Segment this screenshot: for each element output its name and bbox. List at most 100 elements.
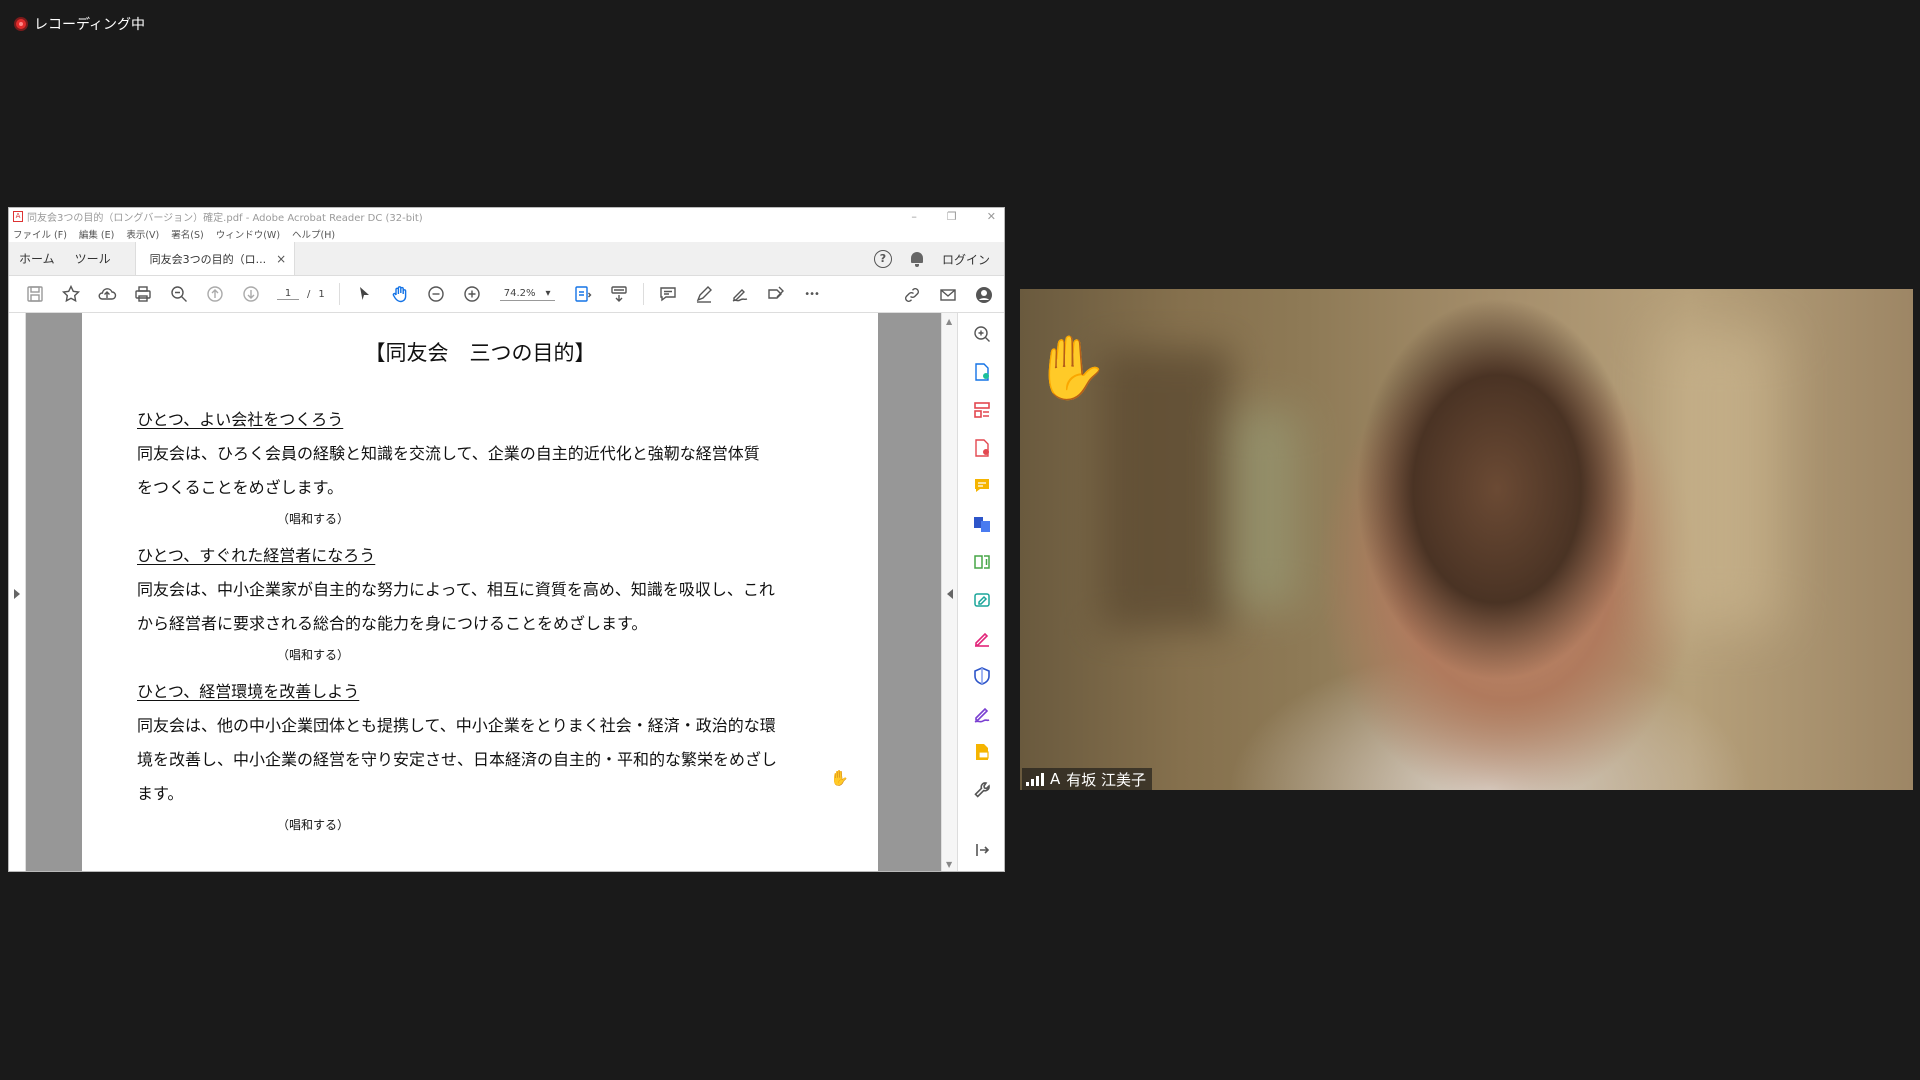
- enhance-scan-icon[interactable]: [968, 319, 996, 349]
- save-icon[interactable]: [17, 279, 53, 309]
- background-blur: [1230, 409, 1300, 609]
- menu-window[interactable]: ウィンドウ(W): [216, 227, 280, 241]
- combine-files-icon[interactable]: [968, 509, 996, 539]
- highlight-pen-icon[interactable]: [686, 279, 722, 309]
- tab-document-label: 同友会3つの目的（ロ...: [149, 252, 267, 266]
- zoom-search-icon[interactable]: [161, 279, 197, 309]
- page-separator: /: [307, 288, 311, 300]
- pdf-body-2-1: 同友会は、中小企業家が自主的な努力によって、相互に資質を高め、知識を吸収し、これ: [137, 580, 775, 599]
- page-total: 1: [318, 288, 325, 300]
- star-icon[interactable]: [53, 279, 89, 309]
- bell-icon[interactable]: [910, 251, 924, 267]
- left-panel-toggle[interactable]: [9, 313, 26, 871]
- fit-page-icon[interactable]: [565, 279, 601, 309]
- login-button[interactable]: ログイン: [942, 251, 990, 268]
- prev-page-icon[interactable]: [197, 279, 233, 309]
- zoom-level-select[interactable]: 74.2% ▾: [499, 287, 555, 301]
- sign-icon[interactable]: [722, 279, 758, 309]
- pdf-body-1-1: 同友会は、ひろく会員の経験と知識を交流して、企業の自主的近代化と強靭な経営体質: [137, 444, 760, 463]
- pdf-icon: A: [13, 211, 23, 222]
- document-viewer[interactable]: 【同友会 三つの目的】 ひとつ、よい会社をつくろう 同友会は、ひろく会員の経験と…: [26, 313, 941, 871]
- background-blur: [1100, 349, 1230, 629]
- zoom-level-value: 74.2%: [503, 287, 536, 299]
- recording-indicator: レコーディング中: [14, 14, 145, 34]
- pdf-heading-1: ひとつ、よい会社をつくろう: [137, 410, 344, 429]
- request-signature-icon[interactable]: [968, 699, 996, 729]
- tab-document[interactable]: 同友会3つの目的（ロ... ×: [134, 242, 296, 275]
- window-titlebar: A 同友会3つの目的（ロングバージョン）確定.pdf - Adobe Acrob…: [9, 208, 1004, 225]
- collapse-right-icon[interactable]: [947, 589, 953, 599]
- scroll-down-icon[interactable]: ▼: [946, 860, 952, 869]
- organize-pages-icon[interactable]: [968, 395, 996, 425]
- pdf-note-3: （唱和する）: [277, 818, 350, 832]
- tab-tools[interactable]: ツール: [65, 242, 121, 275]
- menu-help[interactable]: ヘルプ(H): [292, 227, 335, 241]
- pdf-heading-2: ひとつ、すぐれた経営者になろう: [137, 546, 376, 565]
- menu-edit[interactable]: 編集 (E): [79, 227, 114, 241]
- export-pdf-icon[interactable]: [968, 357, 996, 387]
- tab-close-icon[interactable]: ×: [276, 252, 286, 266]
- menu-file[interactable]: ファイル (F): [13, 227, 67, 241]
- zoom-in-icon[interactable]: [454, 279, 490, 309]
- connection-signal-icon: [1026, 772, 1044, 786]
- tab-bar: ホーム ツール 同友会3つの目的（ロ... × ? ログイン: [9, 242, 1004, 276]
- edit-pdf-icon[interactable]: [968, 585, 996, 615]
- vertical-scrollbar[interactable]: ▲ ▼: [941, 313, 957, 871]
- tab-home[interactable]: ホーム: [9, 242, 65, 275]
- restore-button[interactable]: ❐: [947, 210, 957, 223]
- document-workspace: 【同友会 三つの目的】 ひとつ、よい会社をつくろう 同友会は、ひろく会員の経験と…: [9, 313, 1004, 871]
- participant-prefix: A: [1050, 770, 1061, 788]
- account-share-icon[interactable]: [966, 280, 1002, 310]
- window-title: 同友会3つの目的（ロングバージョン）確定.pdf - Adobe Acrobat…: [27, 213, 423, 224]
- select-cursor-icon[interactable]: [346, 279, 382, 309]
- prepare-form-icon[interactable]: [968, 737, 996, 767]
- share-link-icon[interactable]: [894, 280, 930, 310]
- comment-tool-icon[interactable]: [968, 471, 996, 501]
- more-tools-icon[interactable]: •••: [794, 279, 830, 309]
- participant-name: 有坂 江美子: [1066, 770, 1147, 789]
- protect-shield-icon[interactable]: [968, 661, 996, 691]
- pdf-heading-3: ひとつ、経営環境を改善しよう: [137, 682, 360, 701]
- raise-hand-icon: ✋: [1032, 331, 1110, 404]
- scroll-up-icon[interactable]: ▲: [946, 317, 952, 326]
- compress-pdf-icon[interactable]: [968, 547, 996, 577]
- menu-sign[interactable]: 署名(S): [171, 227, 203, 241]
- print-icon[interactable]: [125, 279, 161, 309]
- menu-bar: ファイル (F) 編集 (E) 表示(V) 署名(S) ウィンドウ(W) ヘルプ…: [9, 225, 1004, 242]
- keyboard-icon[interactable]: [601, 279, 637, 309]
- close-window-button[interactable]: ✕: [987, 210, 996, 223]
- cloud-upload-icon[interactable]: [89, 279, 125, 309]
- pdf-body-3-3: ます。: [137, 784, 184, 803]
- pdf-title: 【同友会 三つの目的】: [364, 341, 596, 365]
- page-number-input[interactable]: 1: [277, 288, 299, 300]
- menu-view[interactable]: 表示(V): [126, 227, 159, 241]
- pdf-body-2-2: から経営者に要求される総合的な能力を身につけることをめざします。: [137, 614, 648, 633]
- next-page-icon[interactable]: [233, 279, 269, 309]
- tools-pane: [957, 313, 1004, 871]
- acrobat-window: A 同友会3つの目的（ロングバージョン）確定.pdf - Adobe Acrob…: [8, 207, 1005, 872]
- record-icon: [14, 17, 28, 31]
- fill-sign-icon[interactable]: [758, 279, 794, 309]
- comment-icon[interactable]: [650, 279, 686, 309]
- page-navigator: 1 / 1: [277, 288, 325, 300]
- expand-left-icon: [14, 589, 20, 599]
- participant-video[interactable]: ✋ A 有坂 江美子: [1020, 289, 1913, 790]
- fill-and-sign-icon[interactable]: [968, 623, 996, 653]
- background-blur: [1660, 329, 1780, 629]
- more-tools-wrench-icon[interactable]: [968, 775, 996, 805]
- create-pdf-icon[interactable]: [968, 433, 996, 463]
- participant-name-tag: A 有坂 江美子: [1022, 768, 1153, 790]
- minimize-button[interactable]: –: [911, 210, 917, 223]
- hand-cursor-icon: ✋: [830, 769, 849, 787]
- toolbar: 1 / 1 74.2% ▾ •••: [9, 276, 1004, 313]
- pdf-note-1: （唱和する）: [277, 512, 350, 526]
- pdf-body-3-2: 境を改善し、中小企業の経営を守り安定させ、日本経済の自主的・平和的な繁栄をめざし: [137, 750, 778, 769]
- chevron-down-icon: ▾: [545, 287, 551, 299]
- collapse-pane-icon[interactable]: [968, 835, 996, 865]
- email-icon[interactable]: [930, 280, 966, 310]
- recording-label: レコーディング中: [34, 17, 146, 33]
- help-icon[interactable]: ?: [873, 250, 892, 268]
- hand-tool-icon[interactable]: [382, 279, 418, 309]
- pdf-note-2: （唱和する）: [277, 648, 350, 662]
- zoom-out-icon[interactable]: [418, 279, 454, 309]
